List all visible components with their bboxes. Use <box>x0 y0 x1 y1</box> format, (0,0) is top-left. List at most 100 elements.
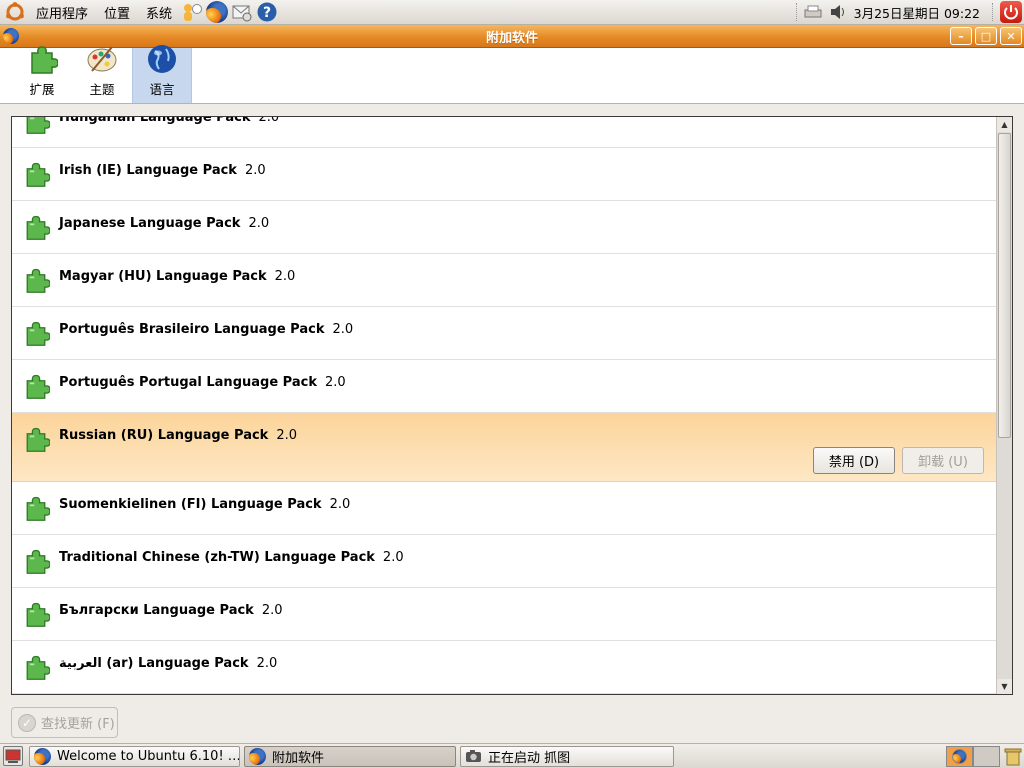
puzzle-icon <box>22 494 51 522</box>
puzzle-icon <box>22 117 51 135</box>
language-pack-row[interactable]: Japanese Language Pack 2.0 <box>12 201 997 254</box>
language-pack-name: Português Brasileiro Language Pack 2.0 <box>59 322 353 337</box>
bottom-taskbar: Welcome to Ubuntu 6.10! … 附加软件 正在启动 抓图 <box>0 743 1024 768</box>
language-pack-version: 2.0 <box>244 163 266 178</box>
language-pack-row[interactable]: Português Brasileiro Language Pack 2.0 <box>12 307 997 360</box>
language-pack-title: Български Language Pack <box>59 603 254 618</box>
tab-themes-label: 主题 <box>89 82 115 97</box>
messenger-launcher-icon[interactable] <box>181 1 203 23</box>
task-label: 附加软件 <box>272 750 325 766</box>
language-pack-title: Traditional Chinese (zh-TW) Language Pac… <box>59 550 375 565</box>
task-label: 正在启动 抓图 <box>488 750 571 766</box>
language-pack-row[interactable]: Български Language Pack 2.0 <box>12 588 997 641</box>
find-updates-label: 查找更新 (F) <box>41 717 115 732</box>
workspace-1[interactable] <box>946 746 973 767</box>
language-pack-row[interactable]: Traditional Chinese (zh-TW) Language Pac… <box>12 535 997 588</box>
language-pack-title: Magyar (HU) Language Pack <box>59 269 267 284</box>
scrollbar-thumb[interactable] <box>998 133 1011 438</box>
task-button-welcome[interactable]: Welcome to Ubuntu 6.10! … <box>29 745 240 767</box>
language-pack-title: العربية (ar) Language Pack <box>59 656 249 671</box>
mail-launcher-icon[interactable] <box>231 1 253 23</box>
panel-separator <box>795 3 798 21</box>
firefox-launcher-icon[interactable] <box>206 1 229 23</box>
minimize-button[interactable]: – <box>950 27 972 45</box>
task-button-addons[interactable]: 附加软件 <box>244 745 456 767</box>
puzzle-icon <box>22 600 51 628</box>
language-pack-row[interactable]: Russian (RU) Language Pack 2.0 禁用 (D) 卸载 (U… <box>12 413 997 482</box>
puzzle-icon <box>22 653 51 681</box>
language-pack-title: Suomenkielinen (FI) Language Pack <box>59 497 322 512</box>
language-pack-list[interactable]: Hungarian Language Pack 2.0 Irish (IE) Lan… <box>11 116 1013 695</box>
disable-button[interactable]: 禁用 (D) <box>813 447 895 474</box>
language-pack-row[interactable]: Português Portugal Language Pack 2.0 <box>12 360 997 413</box>
language-pack-name: Suomenkielinen (FI) Language Pack 2.0 <box>59 497 350 512</box>
tab-languages-label: 语言 <box>149 82 175 97</box>
scroll-down-icon[interactable]: ▼ <box>997 679 1012 694</box>
puzzle-icon <box>22 319 51 347</box>
globe-icon <box>146 43 178 75</box>
close-button[interactable]: ✕ <box>1000 27 1022 45</box>
printer-icon[interactable] <box>804 5 822 19</box>
find-updates-button[interactable]: ✓ 查找更新 (F) <box>11 707 118 738</box>
power-icon[interactable] <box>1000 1 1022 23</box>
uninstall-button[interactable]: 卸载 (U) <box>902 447 984 474</box>
workspace-switcher[interactable] <box>946 746 1000 767</box>
menu-places[interactable]: 位置 <box>98 3 136 22</box>
panel-separator <box>992 3 994 21</box>
puzzle-icon <box>22 266 51 294</box>
scroll-up-icon[interactable]: ▲ <box>997 117 1012 132</box>
vertical-scrollbar[interactable]: ▲ ▼ <box>996 117 1012 694</box>
puzzle-icon <box>22 372 51 400</box>
puzzle-icon <box>22 213 51 241</box>
language-pack-row[interactable]: Suomenkielinen (FI) Language Pack 2.0 <box>12 482 997 535</box>
tab-themes[interactable]: 主题 <box>72 46 132 103</box>
language-pack-version: 2.0 <box>274 269 296 284</box>
puzzle-icon <box>22 425 51 453</box>
firefox-icon <box>34 747 51 765</box>
ubuntu-logo-icon[interactable] <box>4 1 26 23</box>
language-pack-name: Irish (IE) Language Pack 2.0 <box>59 163 266 178</box>
language-pack-version: 2.0 <box>329 497 351 512</box>
panel-clock[interactable]: 3月25日星期日 09:22 <box>848 3 986 22</box>
language-pack-title: Português Portugal Language Pack <box>59 375 317 390</box>
language-pack-version: 2.0 <box>332 322 354 337</box>
language-pack-row[interactable]: Magyar (HU) Language Pack 2.0 <box>12 254 997 307</box>
trash-icon[interactable] <box>1004 746 1022 766</box>
addon-type-toolbar: 扩展 主题 语言 <box>0 45 1024 104</box>
language-pack-title: Japanese Language Pack <box>59 216 241 231</box>
menu-applications[interactable]: 应用程序 <box>30 3 94 22</box>
menu-system[interactable]: 系统 <box>140 3 178 22</box>
firefox-icon <box>249 747 266 765</box>
language-pack-name: Japanese Language Pack 2.0 <box>59 216 269 231</box>
language-pack-row[interactable]: Hungarian Language Pack 2.0 <box>12 117 997 148</box>
tab-languages[interactable]: 语言 <box>132 45 192 103</box>
show-desktop-icon[interactable] <box>3 746 23 766</box>
language-pack-row[interactable]: Irish (IE) Language Pack 2.0 <box>12 148 997 201</box>
puzzle-icon <box>22 160 51 188</box>
language-pack-name: العربية (ar) Language Pack 2.0 <box>59 656 277 671</box>
palette-icon <box>86 43 118 75</box>
window-controls: – □ ✕ <box>950 27 1022 45</box>
language-pack-version: 2.0 <box>324 375 346 390</box>
language-pack-name: Português Portugal Language Pack 2.0 <box>59 375 346 390</box>
firefox-icon <box>952 749 967 764</box>
workspace-2[interactable] <box>973 746 1000 767</box>
language-pack-name: Russian (RU) Language Pack 2.0 <box>59 428 297 443</box>
volume-icon[interactable] <box>830 4 848 20</box>
language-pack-title: Russian (RU) Language Pack <box>59 428 269 443</box>
camera-icon <box>465 748 482 765</box>
language-pack-version: 2.0 <box>382 550 404 565</box>
top-panel: 应用程序 位置 系统 ? 3月25日星期日 09:22 <box>0 0 1024 25</box>
language-pack-version: 2.0 <box>256 656 278 671</box>
language-pack-row[interactable]: العربية (ar) Language Pack 2.0 <box>12 641 997 694</box>
help-launcher-icon[interactable]: ? <box>256 1 278 23</box>
language-pack-version: 2.0 <box>276 428 298 443</box>
language-pack-name: Magyar (HU) Language Pack 2.0 <box>59 269 295 284</box>
language-pack-version: 2.0 <box>248 216 270 231</box>
maximize-button[interactable]: □ <box>975 27 997 45</box>
language-pack-title: Português Brasileiro Language Pack <box>59 322 325 337</box>
task-button-screenshot[interactable]: 正在启动 抓图 <box>460 745 674 767</box>
tab-extensions[interactable]: 扩展 <box>12 46 72 103</box>
tab-extensions-label: 扩展 <box>29 82 55 97</box>
language-pack-name: Български Language Pack 2.0 <box>59 603 283 618</box>
